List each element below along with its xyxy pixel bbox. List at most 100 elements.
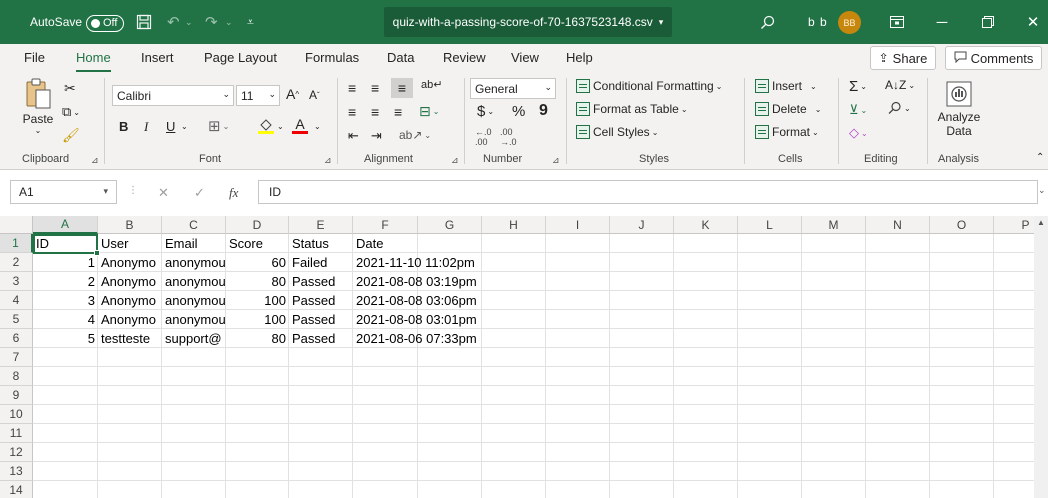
cell-d5[interactable]: 100 [226,310,289,329]
cell-f2[interactable]: 2021-11-10 11:02pm [353,253,482,272]
select-all-corner[interactable] [0,216,33,234]
font-color-icon[interactable]: A [292,117,308,134]
copy-icon[interactable]: ⧉ ⌄ [62,104,80,120]
cell-b1[interactable]: User [98,234,162,253]
collapse-ribbon-icon[interactable]: ⌃ [1036,152,1044,163]
cell-e2[interactable]: Failed [289,253,353,272]
wrap-text-icon[interactable]: ab↵ [421,78,442,91]
cell-c4[interactable]: anonymou [162,291,226,310]
cell-d1[interactable]: Score [226,234,289,253]
cut-icon[interactable]: ✂ [64,80,76,97]
row-header-6[interactable]: 6 [0,329,33,348]
column-header-a[interactable]: A [33,216,98,234]
merge-center-icon[interactable]: ⊟ ⌄ [419,103,439,120]
align-right-icon[interactable]: ≡ [394,104,402,120]
cell-c6[interactable]: support@ [162,329,226,348]
decrease-indent-icon[interactable]: ⇤ [348,128,359,144]
dialog-launcher-icon[interactable]: ⊿ [552,155,560,166]
row-header-8[interactable]: 8 [0,367,33,386]
minimize-icon[interactable]: ─ [919,0,965,44]
customize-qat-icon[interactable]: ⩡ [247,0,254,44]
cell-a3[interactable]: 2 [33,272,98,291]
cell-d6[interactable]: 80 [226,329,289,348]
cell-c5[interactable]: anonymou [162,310,226,329]
cell-a6[interactable]: 5 [33,329,98,348]
format-painter-icon[interactable]: 🖌 [62,127,80,144]
column-header-i[interactable]: I [546,216,610,234]
cell-b2[interactable]: Anonymo [98,253,162,272]
row-header-1[interactable]: 1 [0,234,33,253]
cell-f6[interactable]: 2021-08-06 07:33pm [353,329,482,348]
increase-decimal-icon[interactable]: ←.0.00 [475,127,492,147]
cell-b5[interactable]: Anonymo [98,310,162,329]
column-header-g[interactable]: G [418,216,482,234]
clear-icon[interactable]: ◇ ⌄ [849,125,868,141]
column-header-c[interactable]: C [162,216,226,234]
percent-style-button[interactable]: % [512,103,525,120]
autosum-icon[interactable]: Σ ⌄ [849,78,867,95]
accounting-format-button[interactable]: $ ⌄ [477,103,494,120]
borders-icon[interactable]: ⊞ ⌄ [208,117,229,135]
find-select-icon[interactable]: ⌄ [888,101,911,115]
column-header-h[interactable]: H [482,216,546,234]
restore-icon[interactable] [965,0,1011,44]
bottom-align-icon[interactable]: ≡ [391,78,413,98]
filename-dropdown[interactable]: quiz-with-a-passing-score-of-70-16375231… [384,7,672,37]
row-header-12[interactable]: 12 [0,443,33,462]
cell-b3[interactable]: Anonymo [98,272,162,291]
redo-dropdown-icon[interactable]: ⌄ [225,0,233,44]
cell-a5[interactable]: 4 [33,310,98,329]
comments-button[interactable]: Comments [945,46,1042,70]
scroll-up-icon[interactable]: ▲ [1037,218,1045,227]
tab-insert[interactable]: Insert [141,50,174,65]
align-center-icon[interactable]: ≡ [371,104,379,120]
cell-a4[interactable]: 3 [33,291,98,310]
middle-align-icon[interactable]: ≡ [371,80,379,96]
cell-c2[interactable]: anonymou [162,253,226,272]
tab-file[interactable]: File [24,50,45,65]
cell-f5[interactable]: 2021-08-08 03:01pm [353,310,482,329]
format-cells-button[interactable]: Format ⌄ [755,125,819,139]
analyze-data-button[interactable]: Analyze Data [937,78,981,138]
column-header-l[interactable]: L [738,216,802,234]
column-header-j[interactable]: J [610,216,674,234]
cell-f4[interactable]: 2021-08-08 03:06pm [353,291,482,310]
dialog-launcher-icon[interactable]: ⊿ [451,155,459,166]
increase-indent-icon[interactable]: ⇥ [371,128,382,144]
bold-button[interactable]: B [119,119,128,134]
cell-e3[interactable]: Passed [289,272,353,291]
cell-e5[interactable]: Passed [289,310,353,329]
column-header-m[interactable]: M [802,216,866,234]
row-header-4[interactable]: 4 [0,291,33,310]
dialog-launcher-icon[interactable]: ⊿ [324,155,332,166]
cell-d4[interactable]: 100 [226,291,289,310]
cell-e6[interactable]: Passed [289,329,353,348]
cell-e1[interactable]: Status [289,234,353,253]
cell-d3[interactable]: 80 [226,272,289,291]
column-header-b[interactable]: B [98,216,162,234]
row-header-11[interactable]: 11 [0,424,33,443]
chevron-down-icon[interactable]: ⌄ [314,122,321,131]
tab-home[interactable]: Home [76,50,111,73]
save-icon[interactable] [136,0,152,44]
tab-help[interactable]: Help [566,50,593,65]
paste-button[interactable]: Paste ⌄ [22,78,54,135]
cell-styles-button[interactable]: Cell Styles ⌄ [576,125,658,139]
format-as-table-button[interactable]: Format as Table ⌄ [576,102,688,116]
redo-icon[interactable]: ↷ [205,0,218,44]
cell-b6[interactable]: testteste [98,329,162,348]
row-header-13[interactable]: 13 [0,462,33,481]
tab-formulas[interactable]: Formulas [305,50,359,65]
italic-button[interactable]: I [144,119,148,135]
cancel-icon[interactable]: ✕ [158,185,169,201]
vertical-scrollbar[interactable]: ▲ [1034,216,1048,498]
row-header-10[interactable]: 10 [0,405,33,424]
cell-c3[interactable]: anonymou [162,272,226,291]
align-left-icon[interactable]: ≡ [348,104,356,120]
cell-f3[interactable]: 2021-08-08 03:19pm [353,272,482,291]
delete-cells-button[interactable]: Delete ⌄ [755,102,821,116]
row-header-7[interactable]: 7 [0,348,33,367]
cell-b4[interactable]: Anonymo [98,291,162,310]
column-header-f[interactable]: F [353,216,418,234]
close-icon[interactable]: ✕ [1010,0,1048,44]
